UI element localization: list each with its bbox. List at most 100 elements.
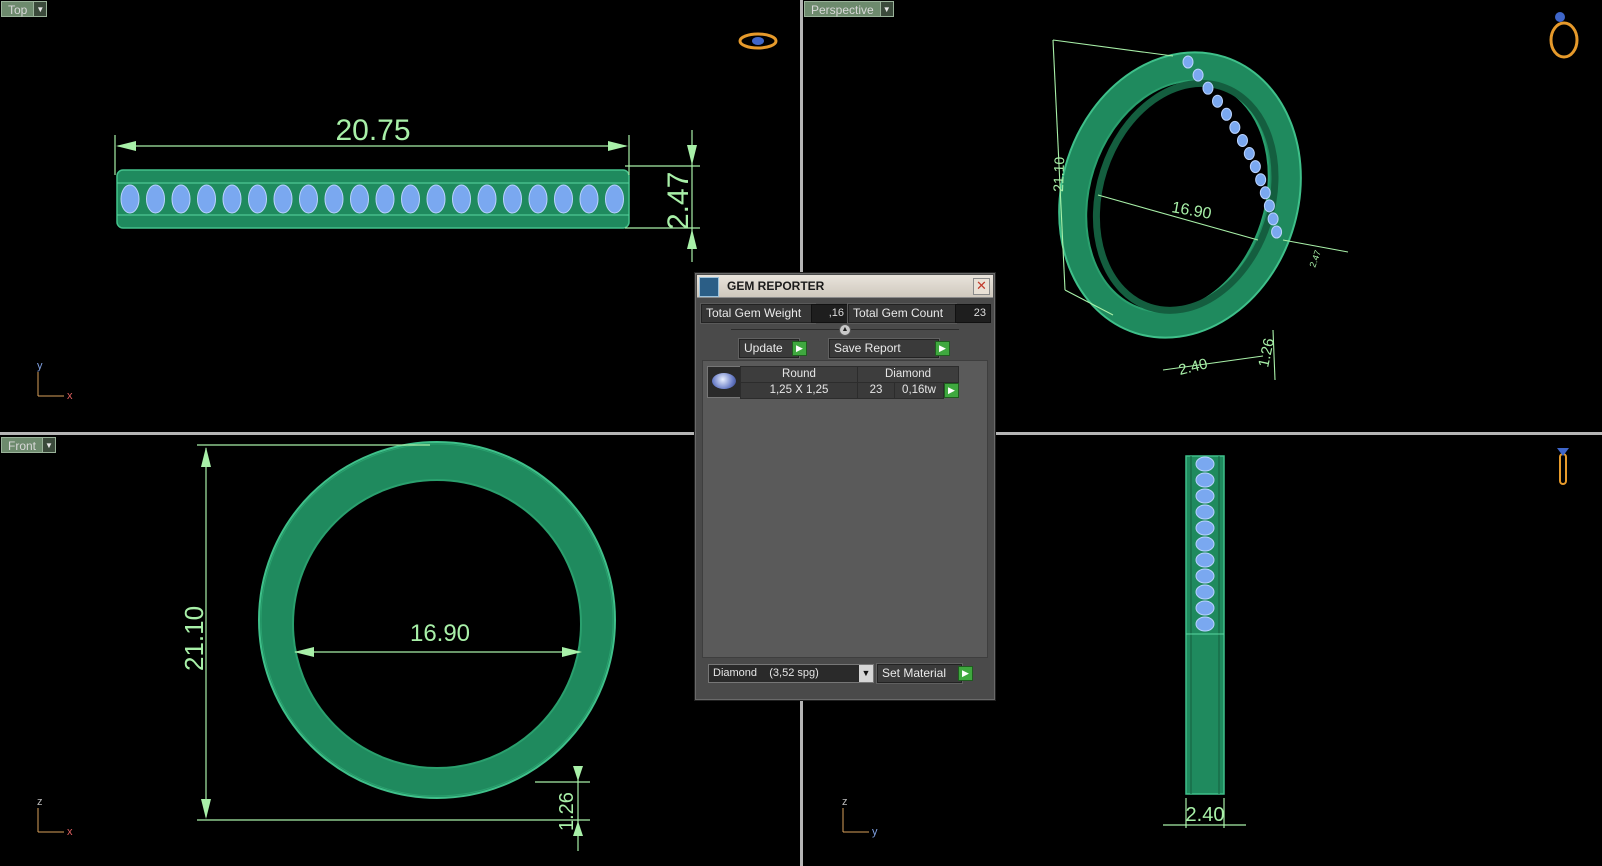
collapse-arrow-icon[interactable]: ▲ bbox=[839, 324, 851, 336]
gem-stone bbox=[1249, 160, 1261, 174]
gem-count-cell: 23 bbox=[857, 382, 895, 399]
gem-stone bbox=[1243, 147, 1255, 161]
dim-width-top: 20.75 bbox=[335, 114, 410, 147]
viewport-label-perspective[interactable]: Perspective ▼ bbox=[804, 1, 894, 17]
axis-label-y: y bbox=[37, 360, 43, 372]
update-button[interactable]: Update bbox=[739, 339, 799, 358]
chevron-down-icon[interactable]: ▼ bbox=[43, 437, 57, 453]
total-gem-weight-label: Total Gem Weight bbox=[701, 304, 815, 323]
orientation-ring-icon[interactable] bbox=[1559, 453, 1567, 485]
gem-stone bbox=[579, 184, 599, 214]
axis-gizmo-top bbox=[37, 372, 64, 397]
gem-row-go-icon[interactable]: ▶ bbox=[944, 383, 959, 398]
gem-reporter-title: GEM REPORTER bbox=[727, 279, 825, 293]
dim-outer-front: 21.10 bbox=[179, 606, 209, 671]
gem-stone bbox=[554, 184, 573, 214]
gem-stone bbox=[452, 184, 471, 214]
axis-gizmo-right bbox=[842, 808, 869, 833]
save-report-go-icon[interactable]: ▶ bbox=[935, 341, 950, 356]
gem-column-side bbox=[1195, 456, 1215, 632]
ring-band-top bbox=[116, 169, 630, 229]
axis-label-y: y bbox=[872, 826, 878, 838]
gem-stone bbox=[1195, 536, 1215, 552]
total-gem-weight-value: ,16 bbox=[811, 304, 849, 323]
gem-stone bbox=[1195, 568, 1215, 584]
material-select-value: Diamond (3,52 spg) bbox=[713, 667, 819, 679]
gem-stone bbox=[426, 184, 446, 214]
gem-stone bbox=[1211, 94, 1223, 108]
viewport-label-front[interactable]: Front ▼ bbox=[1, 437, 57, 453]
gem-stone bbox=[1195, 520, 1215, 536]
axis-label-x: x bbox=[67, 390, 73, 402]
gem-stone bbox=[1220, 107, 1232, 121]
gem-stone bbox=[503, 184, 522, 214]
gem-stone bbox=[477, 184, 497, 214]
gem-stone bbox=[375, 184, 395, 214]
viewport-label-top[interactable]: Top ▼ bbox=[1, 1, 48, 17]
gem-stone bbox=[605, 184, 624, 214]
gem-stone bbox=[1195, 456, 1215, 472]
total-gem-count-label: Total Gem Count bbox=[848, 304, 956, 323]
save-report-button[interactable]: Save Report bbox=[829, 339, 939, 358]
gem-stone bbox=[1271, 225, 1283, 239]
gem-stone bbox=[1255, 173, 1267, 187]
gem-weight-cell: 0,16tw bbox=[894, 382, 944, 399]
gem-stone bbox=[1202, 81, 1214, 95]
viewport-front[interactable]: 16.90 21.10 1.26 z x Front ▼ bbox=[0, 436, 800, 866]
front-view-scene: 16.90 21.10 1.26 z x bbox=[37, 441, 616, 851]
dim-height-top: 2.47 bbox=[662, 172, 695, 230]
gem-shape-header: Round bbox=[740, 366, 858, 383]
gem-stone bbox=[171, 184, 191, 214]
gem-stone bbox=[248, 184, 267, 214]
gem-stone bbox=[1195, 616, 1215, 632]
axis-gizmo-front bbox=[37, 808, 64, 833]
dim-outer-perspective: 21.10 bbox=[1050, 156, 1067, 192]
gem-stone bbox=[1267, 212, 1279, 226]
chevron-down-icon[interactable]: ▼ bbox=[859, 665, 873, 682]
axis-label-z: z bbox=[842, 796, 848, 808]
gem-stone bbox=[324, 184, 344, 214]
gem-stone bbox=[222, 184, 242, 214]
close-icon[interactable]: ✕ bbox=[973, 278, 990, 295]
dim-width-right: 2.40 bbox=[1186, 804, 1225, 826]
gem-stone bbox=[350, 184, 369, 214]
gem-stone bbox=[1182, 55, 1194, 69]
gem-stone bbox=[528, 184, 548, 214]
dim-width-perspective: 2.40 bbox=[1177, 355, 1209, 379]
top-view-scene: 20.75 2.47 y x bbox=[37, 32, 778, 402]
gem-stone bbox=[401, 184, 420, 214]
gem-stone bbox=[1195, 488, 1215, 504]
dim-top-perspective: 2.47 bbox=[1307, 249, 1322, 269]
gem-stone bbox=[146, 184, 165, 214]
dim-inner-front: 16.90 bbox=[410, 620, 470, 647]
set-material-go-icon[interactable]: ▶ bbox=[958, 666, 973, 681]
gem-material-header: Diamond bbox=[857, 366, 959, 383]
gem-stone bbox=[197, 184, 216, 214]
gem-reporter-icon bbox=[699, 277, 719, 297]
axis-label-z: z bbox=[37, 796, 43, 808]
gem-stone bbox=[1259, 186, 1271, 200]
gem-stone bbox=[273, 184, 293, 214]
gem-stone bbox=[1229, 120, 1241, 134]
chevron-down-icon[interactable]: ▼ bbox=[880, 1, 894, 17]
orientation-ring-icon[interactable] bbox=[1549, 21, 1579, 59]
set-material-button[interactable]: Set Material bbox=[877, 664, 962, 683]
gem-size-cell: 1,25 X 1,25 bbox=[740, 382, 858, 399]
material-select[interactable]: Diamond (3,52 spg) ▼ bbox=[708, 664, 874, 683]
viewport-top[interactable]: 20.75 2.47 y x Top ▼ bbox=[0, 0, 800, 432]
gem-stone bbox=[1195, 504, 1215, 520]
axis-label-x: x bbox=[67, 826, 73, 838]
gem-stone bbox=[1236, 133, 1248, 147]
gem-list-area: Round Diamond 1,25 X 1,25 23 0,16tw ▶ bbox=[702, 360, 988, 658]
chevron-down-icon[interactable]: ▼ bbox=[34, 1, 48, 17]
gem-stone bbox=[1263, 199, 1275, 213]
gem-stone bbox=[1192, 68, 1204, 82]
gem-reporter-titlebar[interactable]: GEM REPORTER ✕ bbox=[697, 275, 993, 298]
gem-stone bbox=[1195, 472, 1215, 488]
gem-stone bbox=[120, 184, 140, 214]
gem-stone bbox=[299, 184, 318, 214]
gem-reporter-panel: GEM REPORTER ✕ Total Gem Weight ,16 Tota… bbox=[694, 272, 996, 701]
update-go-icon[interactable]: ▶ bbox=[792, 341, 807, 356]
gem-thumbnail-icon bbox=[707, 366, 741, 398]
gem-stone bbox=[1195, 600, 1215, 616]
